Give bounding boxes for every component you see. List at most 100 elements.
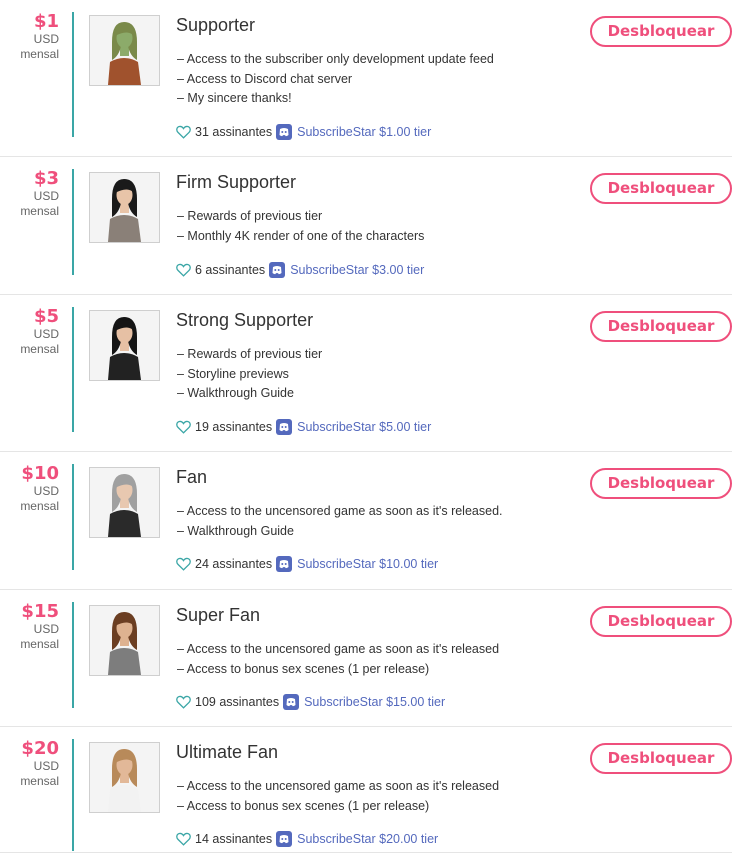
tier-divider: [72, 307, 74, 432]
unlock-button[interactable]: Desbloquear: [590, 16, 732, 47]
price-period: mensal: [20, 637, 59, 651]
tier-benefits: – Rewards of previous tier – Storyline pr…: [177, 345, 322, 404]
benefit-item: – My sincere thanks!: [177, 91, 292, 105]
benefit-item: – Access to the subscriber only developm…: [177, 52, 494, 66]
tier-title: Strong Supporter: [176, 310, 314, 330]
discord-icon: [276, 831, 293, 847]
subscriber-count: 31 assinantes: [195, 125, 273, 139]
character-portrait: [90, 16, 159, 85]
discord-icon: [283, 694, 300, 710]
tier-meta: 19 assinantes SubscribeStar $5.00 tier: [176, 419, 431, 435]
benefit-item: – Walkthrough Guide: [177, 386, 294, 400]
price-amount: $3: [33, 168, 59, 189]
tier-benefits: – Access to the subscriber only developm…: [177, 50, 494, 109]
price-currency: USD: [33, 622, 59, 636]
price-period: mensal: [20, 342, 59, 356]
unlock-button[interactable]: Desbloquear: [590, 311, 732, 342]
tier-price: $20 USD mensal: [0, 739, 59, 789]
tier-title: Fan: [176, 467, 208, 487]
price-amount: $15: [21, 601, 59, 622]
benefit-item: – Rewards of previous tier: [177, 347, 323, 361]
benefit-item: – Monthly 4K render of one of the charac…: [177, 228, 425, 243]
tier-price: $15 USD mensal: [0, 602, 59, 652]
tier-benefits: – Rewards of previous tier – Monthly 4K r…: [177, 207, 424, 246]
tier-card: $3 USD mensal Firm Supporter – Rewards of pr…: [0, 157, 732, 295]
tier-divider: [72, 739, 74, 851]
price-currency: USD: [33, 484, 59, 498]
unlock-button[interactable]: Desbloquear: [590, 606, 732, 637]
tier-benefits: – Access to the uncensored game as soon …: [177, 640, 499, 679]
price-period: mensal: [20, 204, 59, 218]
tier-card: $15 USD mensal Super Fan – Access to the unc…: [0, 590, 732, 727]
subscriber-count: 14 assinantes: [195, 832, 273, 846]
price-amount: $20: [21, 738, 59, 759]
price-amount: $10: [21, 463, 59, 484]
unlock-button[interactable]: Desbloquear: [590, 468, 732, 499]
tier-price: $10 USD mensal: [0, 464, 59, 514]
tier-thumbnail[interactable]: [89, 15, 160, 86]
tier-benefits: – Access to the uncensored game as soon …: [177, 502, 503, 541]
tier-thumbnail[interactable]: [89, 467, 160, 538]
subscriber-count: 6 assinantes: [195, 263, 266, 277]
subscriber-count: 109 assinantes: [195, 695, 280, 709]
character-portrait: [90, 311, 159, 380]
benefit-item: – Access to Discord chat server: [177, 71, 353, 86]
tier-meta: 31 assinantes SubscribeStar $1.00 tier: [176, 124, 431, 140]
character-portrait: [90, 173, 159, 242]
tier-price: $1 USD mensal: [0, 12, 59, 62]
tier-divider: [72, 169, 74, 275]
unlock-button[interactable]: Desbloquear: [590, 173, 732, 204]
benefit-item: – Access to the uncensored game as soon …: [177, 779, 500, 793]
tier-card: $20 USD mensal Ultimate Fan – Access to the …: [0, 727, 732, 853]
tier-title: Super Fan: [176, 605, 261, 625]
tier-title: Ultimate Fan: [176, 742, 279, 762]
discord-tier-link[interactable]: SubscribeStar $5.00 tier: [297, 419, 431, 435]
tier-thumbnail[interactable]: [89, 742, 160, 813]
tier-thumbnail[interactable]: [89, 605, 160, 676]
tier-divider: [72, 464, 74, 570]
price-period: mensal: [20, 499, 59, 513]
heart-icon: [176, 420, 191, 434]
tier-divider: [72, 602, 74, 708]
benefit-item: – Storyline previews: [177, 366, 289, 381]
benefit-item: – Access to bonus sex scenes (1 per rele…: [177, 661, 430, 676]
benefit-item: – Access to bonus sex scenes (1 per rele…: [177, 798, 430, 813]
discord-tier-link[interactable]: SubscribeStar $20.00 tier: [297, 831, 438, 847]
tier-thumbnail[interactable]: [89, 310, 160, 381]
subscriber-count: 19 assinantes: [195, 420, 273, 434]
tier-card: $10 USD mensal Fan – Access to the uncensore…: [0, 452, 732, 590]
discord-tier-link[interactable]: SubscribeStar $1.00 tier: [297, 124, 431, 140]
discord-icon: [276, 419, 293, 435]
character-portrait: [90, 743, 159, 812]
unlock-button[interactable]: Desbloquear: [590, 743, 732, 774]
tier-card: $1 USD mensal Supporter – Access to the subs…: [0, 0, 732, 157]
benefit-item: – Rewards of previous tier: [177, 209, 323, 223]
tier-thumbnail[interactable]: [89, 172, 160, 243]
discord-icon: [276, 124, 293, 140]
discord-tier-link[interactable]: SubscribeStar $10.00 tier: [297, 556, 438, 572]
tier-list: $1 USD mensal Supporter – Access to the subs…: [0, 0, 732, 853]
price-period: mensal: [20, 774, 59, 788]
price-period: mensal: [20, 47, 59, 61]
tier-price: $3 USD mensal: [0, 169, 59, 219]
benefit-item: – Access to the uncensored game as soon …: [177, 504, 503, 518]
discord-tier-link[interactable]: SubscribeStar $15.00 tier: [304, 694, 445, 710]
heart-icon: [176, 263, 191, 277]
heart-icon: [176, 695, 191, 709]
price-amount: $5: [33, 306, 59, 327]
price-currency: USD: [33, 759, 59, 773]
heart-icon: [176, 125, 191, 139]
price-currency: USD: [33, 32, 59, 46]
tier-meta: 6 assinantes SubscribeStar $3.00 tier: [176, 262, 424, 278]
tier-title: Firm Supporter: [176, 172, 297, 192]
discord-tier-link[interactable]: SubscribeStar $3.00 tier: [290, 262, 424, 278]
character-portrait: [90, 468, 159, 537]
tier-benefits: – Access to the uncensored game as soon …: [177, 777, 499, 816]
tier-title: Supporter: [176, 15, 256, 35]
tier-meta: 24 assinantes SubscribeStar $10.00 tier: [176, 556, 438, 572]
price-amount: $1: [33, 11, 59, 32]
heart-icon: [176, 557, 191, 571]
subscriber-count: 24 assinantes: [195, 557, 273, 571]
price-currency: USD: [33, 327, 59, 341]
discord-icon: [269, 262, 286, 278]
